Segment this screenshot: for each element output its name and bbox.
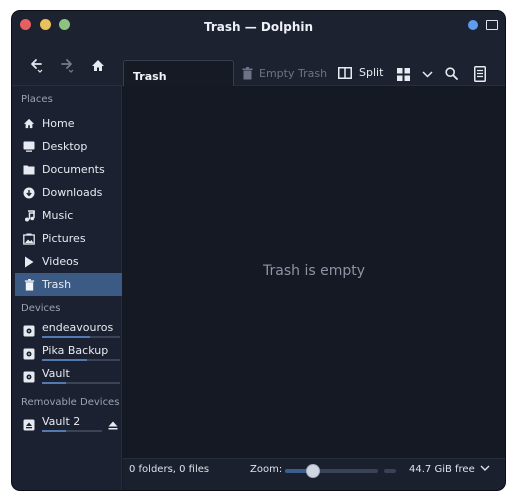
zoom-label: Zoom: — [250, 464, 283, 475]
drive-icon — [23, 325, 35, 337]
empty-trash-button[interactable]: Empty Trash — [242, 67, 327, 80]
sidebar-item-label: Documents — [42, 163, 105, 176]
device-label: Vault 2 — [42, 415, 81, 428]
zoom-slider-end — [384, 469, 396, 473]
back-button[interactable] — [27, 55, 47, 75]
device-usage-bar — [42, 336, 120, 338]
sidebar-device-pika-backup[interactable]: Pika Backup — [15, 343, 122, 366]
places-sidebar: Places Home Desktop Documents Downloads — [12, 86, 122, 490]
empty-trash-label: Empty Trash — [259, 67, 328, 80]
sidebar-item-pictures[interactable]: Pictures — [15, 227, 122, 250]
sidebar-device-vault-2[interactable]: Vault 2 — [15, 414, 122, 437]
sidebar-item-downloads[interactable]: Downloads — [15, 181, 122, 204]
back-icon — [31, 59, 43, 73]
file-view[interactable]: Trash is empty — [123, 86, 505, 457]
videos-icon — [23, 256, 35, 268]
home-button[interactable] — [88, 55, 108, 75]
titlebar: Trash — Dolphin — [12, 11, 505, 45]
sidebar-item-label: Videos — [42, 255, 79, 268]
device-label: endeavouros — [42, 321, 114, 334]
chevron-down-icon[interactable] — [480, 465, 490, 472]
device-label: Pika Backup — [42, 344, 109, 357]
dolphin-window: Trash — Dolphin Trash Empty Trash Split … — [12, 11, 505, 490]
places-heading: Places — [21, 94, 53, 105]
split-icon — [338, 66, 352, 79]
chevron-down-icon — [421, 70, 433, 78]
sidebar-device-endeavouros[interactable]: endeavouros — [15, 320, 122, 343]
downloads-icon — [23, 187, 35, 199]
sidebar-device-vault[interactable]: Vault — [15, 366, 122, 389]
sidebar-item-label: Downloads — [42, 186, 103, 199]
removable-devices-heading: Removable Devices — [21, 397, 120, 408]
menu-icon — [474, 65, 486, 82]
sidebar-item-label: Desktop — [42, 140, 88, 153]
drive-icon — [23, 371, 35, 383]
window-title: Trash — Dolphin — [203, 20, 314, 34]
sidebar-item-music[interactable]: Music — [15, 204, 122, 227]
sidebar-item-label: Home — [42, 117, 75, 130]
forward-button[interactable] — [58, 55, 78, 75]
split-button[interactable]: Split — [338, 66, 383, 79]
eject-icon[interactable] — [108, 421, 118, 430]
pictures-icon — [23, 233, 35, 245]
music-icon — [23, 209, 35, 222]
sidebar-item-label: Trash — [42, 278, 72, 291]
zoom-slider-handle[interactable] — [305, 464, 320, 478]
sidebar-item-trash[interactable]: Trash — [15, 273, 122, 296]
device-usage-fill — [42, 430, 66, 432]
documents-icon — [23, 164, 35, 176]
toolbar: Trash Empty Trash Split — [12, 45, 505, 91]
sidebar-item-home[interactable]: Home — [15, 112, 122, 135]
sidebar-item-videos[interactable]: Videos — [15, 250, 122, 273]
desktop-icon — [23, 141, 35, 153]
free-space-label[interactable]: 44.7 GiB free — [409, 464, 475, 475]
view-options-button[interactable] — [421, 68, 433, 80]
search-button[interactable] — [444, 66, 459, 81]
sidebar-item-documents[interactable]: Documents — [15, 158, 122, 181]
sidebar-item-desktop[interactable]: Desktop — [15, 135, 122, 158]
device-usage-bar — [42, 430, 102, 432]
device-usage-fill — [42, 382, 67, 384]
search-icon — [445, 67, 458, 80]
status-bar: 0 folders, 0 files Zoom: 44.7 GiB free — [123, 458, 505, 490]
grid-view-icon — [396, 67, 410, 81]
trash-icon — [23, 278, 35, 291]
device-usage-bar — [42, 359, 120, 361]
item-count: 0 folders, 0 files — [129, 464, 210, 475]
forward-icon — [61, 59, 74, 73]
device-label: Vault — [42, 367, 70, 380]
split-label: Split — [359, 66, 384, 79]
view-mode-button[interactable] — [396, 67, 410, 81]
zoom-slider[interactable] — [285, 464, 378, 478]
sidebar-item-label: Pictures — [42, 232, 86, 245]
device-usage-fill — [42, 359, 88, 361]
hamburger-menu-button[interactable] — [473, 65, 487, 82]
device-usage-fill — [42, 336, 91, 338]
blue-dot-icon[interactable] — [468, 20, 478, 30]
home-icon — [23, 118, 35, 130]
drive-icon — [23, 348, 35, 360]
removable-drive-icon — [23, 419, 35, 431]
devices-heading: Devices — [21, 303, 61, 314]
window-menu-icon[interactable] — [486, 20, 498, 30]
home-icon — [92, 59, 104, 71]
device-usage-bar — [42, 382, 120, 384]
trash-icon — [242, 67, 253, 80]
empty-trash-message: Trash is empty — [263, 263, 365, 279]
sidebar-item-label: Music — [42, 209, 74, 222]
